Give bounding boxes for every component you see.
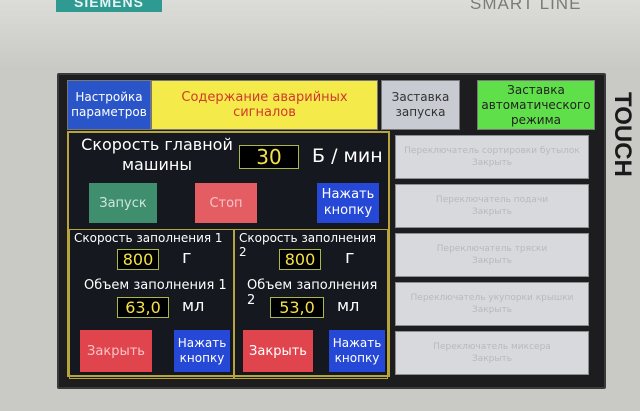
main-speed-unit: Б / мин (312, 145, 383, 167)
switch-title: Переключатель подачи (435, 195, 549, 205)
control-panel: Скорость главной машины 30 Б / мин Запус… (67, 131, 390, 379)
hmi-screen: Настройка параметров Содержание аварийны… (57, 73, 606, 389)
switch-title: Переключатель сортировки бутылок (404, 146, 580, 156)
fill2-close-button[interactable]: Закрыть (243, 330, 313, 372)
start-button[interactable]: Запуск (89, 183, 157, 223)
fill2-volume-unit: мл (337, 296, 360, 315)
main-speed-label: Скорость главной машины (81, 135, 233, 174)
fill1-close-button[interactable]: Закрыть (80, 330, 152, 372)
fill1-volume-label: Объем заполнения 1 (84, 278, 227, 293)
model-label: SMART LINE (470, 0, 582, 13)
tab-parameter-settings[interactable]: Настройка параметров (67, 80, 151, 130)
fill1-volume-value[interactable]: 63,0 (117, 297, 169, 318)
touch-label: TOUCH (609, 92, 636, 177)
switch-title: Переключатель миксера (433, 342, 551, 352)
switch-title: Переключатель укупорки крышки (410, 293, 574, 303)
switch-title: Переключатель тряски (436, 244, 548, 254)
fill2-volume-value[interactable]: 53,0 (270, 297, 324, 318)
fill1-press-button[interactable]: Нажать кнопку (174, 330, 230, 372)
bottle-sorting-switch[interactable]: Переключатель сортировки бутылок Закрыть (395, 135, 589, 179)
switch-state: Закрыть (471, 158, 513, 168)
capping-switch[interactable]: Переключатель укупорки крышки Закрыть (395, 282, 589, 326)
fill2-speed-value[interactable]: 800 (279, 249, 321, 270)
fill1-speed-unit: г (182, 247, 192, 268)
switch-state: Закрыть (471, 305, 513, 315)
main-speed-value[interactable]: 30 (239, 145, 299, 169)
feed-switch[interactable]: Переключатель подачи Закрыть (395, 184, 589, 228)
fill2-press-button[interactable]: Нажать кнопку (329, 330, 385, 372)
fill1-speed-value[interactable]: 800 (117, 249, 159, 270)
siemens-logo: SIEMENS (56, 0, 162, 12)
fill2-panel: Скорость заполнения 2 800 г Объем заполн… (234, 229, 388, 379)
fill2-speed-unit: г (345, 247, 355, 268)
stop-button[interactable]: Стоп (195, 183, 257, 223)
fill1-volume-unit: мл (182, 296, 205, 315)
tab-alarm-messages[interactable]: Содержание аварийных сигналов (151, 80, 378, 130)
shaking-switch[interactable]: Переключатель тряски Закрыть (395, 233, 589, 277)
switch-state: Закрыть (471, 207, 513, 217)
tab-auto-mode-screen[interactable]: Заставка автоматического режима (477, 80, 595, 130)
switch-state: Закрыть (471, 354, 513, 364)
switch-state: Закрыть (471, 256, 513, 266)
press-button-main[interactable]: Нажать кнопку (317, 183, 379, 223)
fill1-panel: Скорость заполнения 1 800 г Объем заполн… (69, 229, 234, 379)
tab-startup-screen[interactable]: Заставка запуска (381, 80, 460, 130)
mixer-switch[interactable]: Переключатель миксера Закрыть (395, 331, 589, 375)
fill1-speed-label: Скорость заполнения 1 (74, 231, 223, 245)
